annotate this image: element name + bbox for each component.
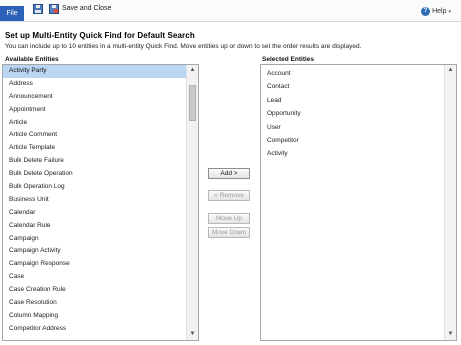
- available-entity-item[interactable]: Business Unit: [3, 194, 186, 207]
- scroll-up-icon[interactable]: ▲: [187, 65, 198, 76]
- available-entity-item[interactable]: Column Mapping: [3, 310, 186, 323]
- available-entities-list[interactable]: Activity Party Address Announcement Appoint…: [2, 64, 199, 341]
- available-entity-item[interactable]: Announcement: [3, 91, 186, 104]
- add-button[interactable]: Add >: [208, 168, 250, 179]
- chevron-down-icon[interactable]: ▾: [448, 9, 451, 15]
- available-entity-item[interactable]: Bulk Delete Operation: [3, 168, 186, 181]
- available-entity-item[interactable]: Calendar: [3, 207, 186, 220]
- help-label[interactable]: Help: [432, 8, 446, 15]
- available-entities-items: Activity Party Address Announcement Appoint…: [3, 65, 186, 336]
- selected-entity-item[interactable]: User: [261, 121, 444, 134]
- available-entity-item[interactable]: Bulk Operation Log: [3, 181, 186, 194]
- available-entity-item[interactable]: Campaign: [3, 233, 186, 246]
- available-entities-label: Available Entities: [5, 56, 59, 63]
- help-menu[interactable]: ? Help ▾: [421, 7, 451, 16]
- available-entity-item[interactable]: Article Template: [3, 142, 186, 155]
- available-entity-item[interactable]: Case: [3, 271, 186, 284]
- page-description: You can include up to 10 entities in a m…: [5, 43, 362, 50]
- available-list-scrollbar[interactable]: ▲ ▼: [186, 65, 198, 340]
- available-entity-item[interactable]: Campaign Response: [3, 258, 186, 271]
- move-down-button[interactable]: Move Down: [208, 227, 250, 238]
- available-entity-item[interactable]: Competitor Address: [3, 323, 186, 336]
- available-entity-item[interactable]: Case Resolution: [3, 297, 186, 310]
- selected-entity-item[interactable]: Activity: [261, 147, 444, 160]
- selected-entities-label: Selected Entities: [262, 56, 315, 63]
- available-entity-item[interactable]: Bulk Delete Failure: [3, 155, 186, 168]
- available-entity-item[interactable]: Case Creation Rule: [3, 284, 186, 297]
- available-entity-item[interactable]: Calendar Rule: [3, 220, 186, 233]
- scroll-up-icon[interactable]: ▲: [445, 65, 456, 76]
- selected-entity-item[interactable]: Lead: [261, 94, 444, 107]
- available-entity-item[interactable]: Activity Party: [3, 65, 186, 78]
- page-title: Set up Multi-Entity Quick Find for Defau…: [5, 31, 195, 40]
- available-entity-item[interactable]: Article Comment: [3, 129, 186, 142]
- scroll-down-icon[interactable]: ▼: [187, 329, 198, 340]
- help-icon[interactable]: ?: [421, 7, 431, 16]
- save-and-close-icon[interactable]: [49, 4, 59, 14]
- selected-entity-item[interactable]: Account: [261, 67, 444, 80]
- available-entity-item[interactable]: Address: [3, 78, 186, 91]
- remove-button[interactable]: < Remove: [208, 190, 250, 201]
- selected-list-scrollbar[interactable]: ▲ ▼: [444, 65, 456, 340]
- save-icon[interactable]: [33, 4, 43, 14]
- move-up-button[interactable]: Move Up: [208, 213, 250, 224]
- selected-entities-list[interactable]: Account Contact Lead Opportunity User Competi…: [260, 64, 457, 341]
- available-entity-item[interactable]: Campaign Activity: [3, 245, 186, 258]
- selected-entity-item[interactable]: Competitor: [261, 134, 444, 147]
- save-and-close-button[interactable]: Save and Close: [62, 5, 111, 12]
- selected-entity-item[interactable]: Contact: [261, 80, 444, 93]
- scroll-thumb[interactable]: [189, 85, 196, 121]
- file-tab[interactable]: File: [0, 6, 24, 21]
- selected-entities-items: Account Contact Lead Opportunity User Competi…: [261, 67, 444, 161]
- available-entity-item[interactable]: Appointment: [3, 104, 186, 117]
- selected-entity-item[interactable]: Opportunity: [261, 107, 444, 120]
- scroll-down-icon[interactable]: ▼: [445, 329, 456, 340]
- available-entity-item[interactable]: Article: [3, 117, 186, 130]
- ribbon-toolbar: File Save and Close ? Help ▾: [0, 0, 461, 22]
